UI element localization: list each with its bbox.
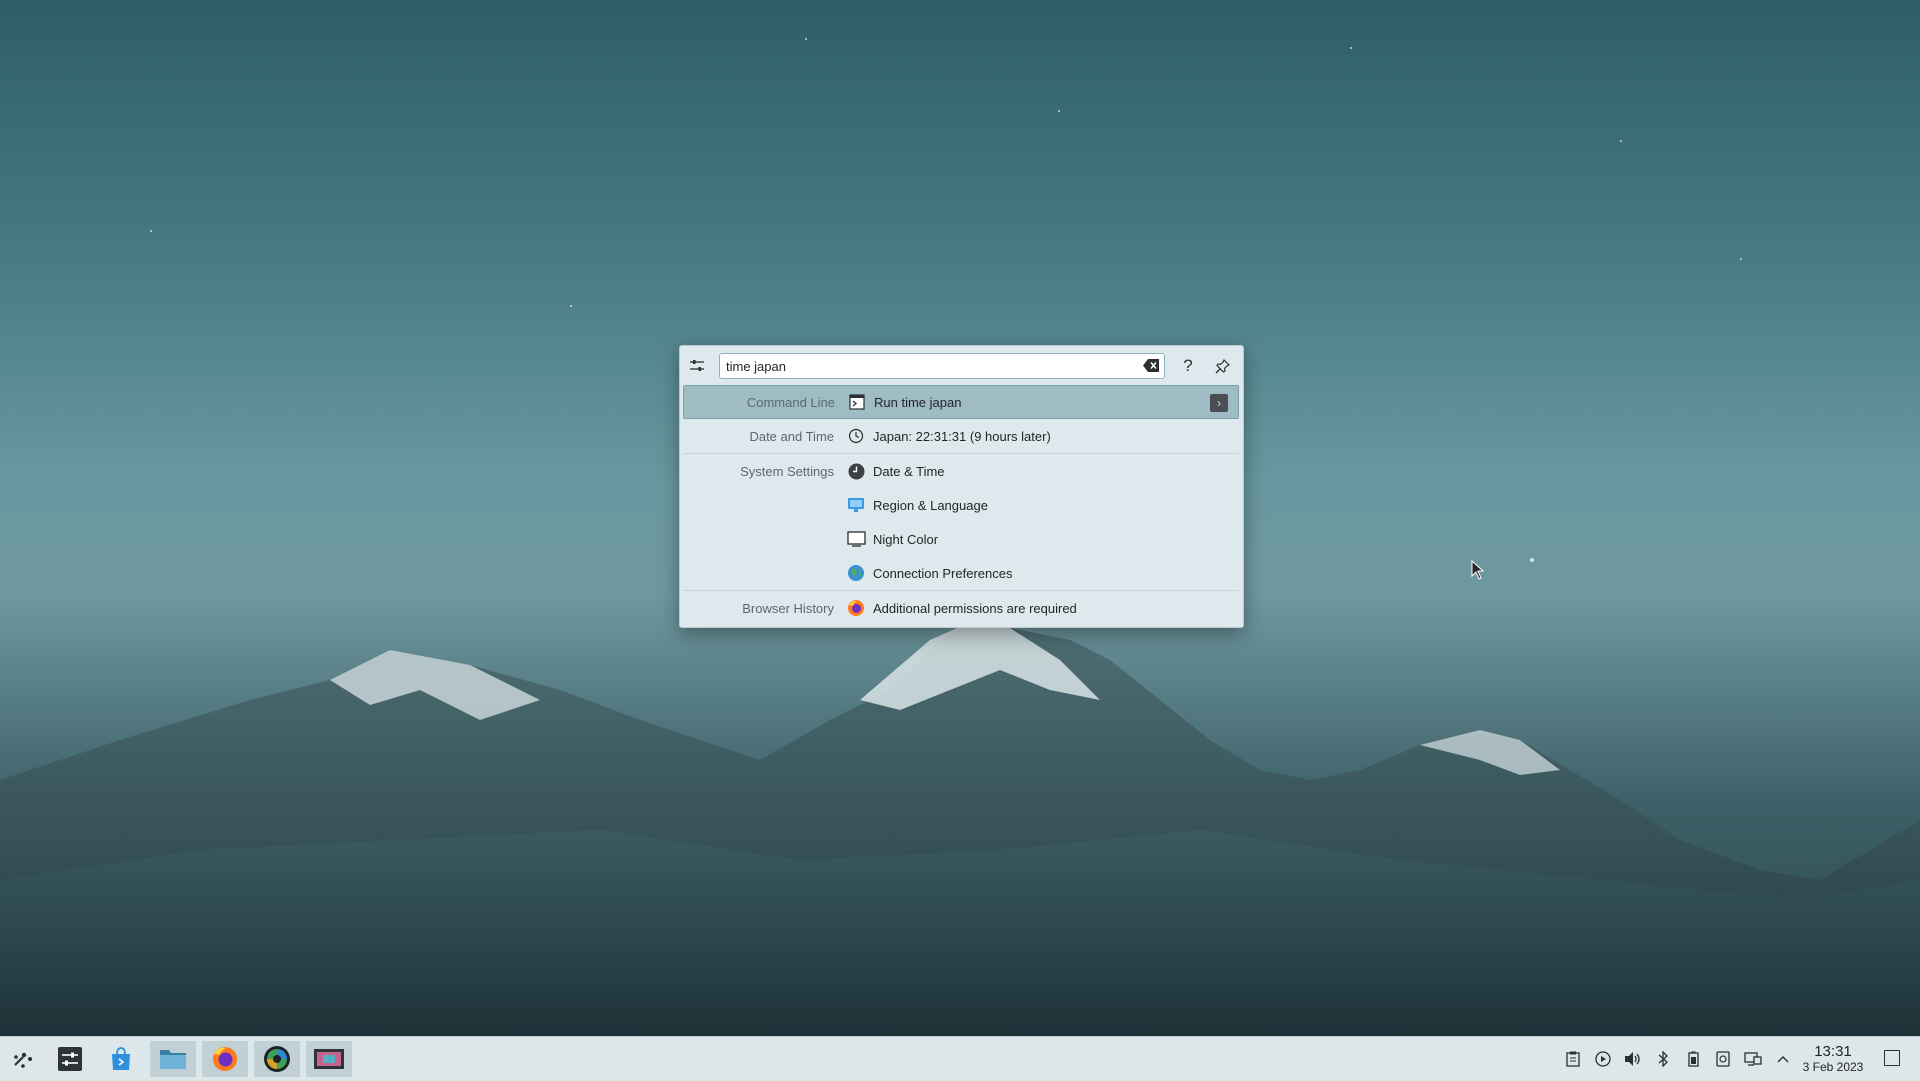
screenshot-app-button[interactable] [306,1041,352,1077]
battery-icon[interactable] [1682,1048,1704,1070]
application-launcher-button[interactable] [0,1041,46,1077]
night-color-icon [846,529,866,549]
digital-clock[interactable]: 13:31 3 Feb 2023 [1796,1043,1870,1074]
result-date-time-settings[interactable]: System Settings Date & Time [683,453,1239,488]
folder-icon [160,1050,186,1069]
connection-preferences-icon [846,563,866,583]
color-picker-app-button[interactable] [254,1041,300,1077]
volume-icon[interactable] [1622,1048,1644,1070]
results-list: Command Line Run time japan › Date and T… [683,385,1239,625]
expand-tray-icon[interactable] [1772,1048,1794,1070]
result-connection-preferences[interactable]: Connection Preferences [683,556,1239,590]
firefox-icon [213,1047,237,1071]
clear-text-icon[interactable] [1143,359,1159,372]
clipboard-icon[interactable] [1562,1048,1584,1070]
result-category: Date and Time [749,428,834,444]
system-tray [1558,1037,1798,1081]
clock-icon [846,426,866,446]
network-icon[interactable] [1742,1048,1764,1070]
dolphin-file-manager-button[interactable] [150,1041,196,1077]
system-settings-icon [58,1047,82,1071]
clock-time: 13:31 [1814,1043,1852,1060]
terminal-icon [847,392,867,412]
krunner-search-popup: ? Command Line Run time japan › Date and… [679,345,1244,628]
result-category: System Settings [740,463,834,479]
result-label: Run time japan [874,394,962,410]
result-category: Command Line [746,394,835,410]
result-run-command[interactable]: Command Line Run time japan › [683,385,1239,419]
screenshot-icon [314,1049,344,1069]
color-wheel-icon [264,1046,290,1072]
result-label: Additional permissions are required [873,600,1077,616]
discover-icon [112,1047,130,1070]
taskbar-panel: 13:31 3 Feb 2023 [0,1036,1920,1081]
clock-date: 3 Feb 2023 [1802,1060,1864,1074]
kde-launcher-icon [14,1052,32,1068]
result-label: Night Color [873,531,939,547]
result-label: Region & Language [873,497,988,513]
show-desktop-button[interactable] [1884,1050,1900,1066]
region-language-icon [846,495,866,515]
mouse-cursor-icon [1471,560,1485,580]
pin-icon[interactable] [1210,354,1234,378]
bluetooth-icon[interactable] [1652,1048,1674,1070]
result-label: Date & Time [873,463,945,479]
krunner-toolbar: ? [680,346,1243,384]
media-player-icon[interactable] [1592,1048,1614,1070]
firefox-icon [846,598,866,618]
result-japan-time[interactable]: Date and Time Japan: 22:31:31 (9 hours l… [683,419,1239,453]
discover-button[interactable] [98,1041,144,1077]
result-label: Japan: 22:31:31 (9 hours later) [873,428,1051,444]
result-browser-history[interactable]: Browser History Additional permissions a… [683,590,1239,625]
settings-sliders-icon[interactable] [685,354,709,378]
run-arrow-button[interactable]: › [1210,394,1228,412]
result-region-language[interactable]: Region & Language [683,488,1239,522]
date-time-icon [846,461,866,481]
system-settings-button[interactable] [47,1041,93,1077]
result-category: Browser History [742,600,834,616]
help-icon[interactable]: ? [1176,354,1200,378]
search-input[interactable] [719,353,1165,379]
disks-icon[interactable] [1712,1048,1734,1070]
firefox-button[interactable] [202,1041,248,1077]
result-label: Connection Preferences [873,565,1013,581]
result-night-color[interactable]: Night Color [683,522,1239,556]
